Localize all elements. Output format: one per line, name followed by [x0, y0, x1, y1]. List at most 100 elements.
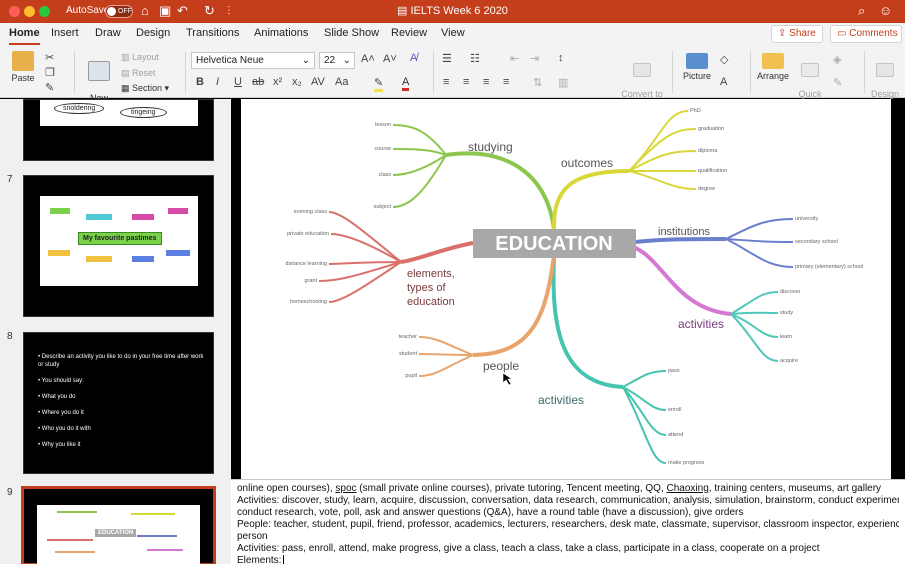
notes-line: People: teacher, student, pupil, friend,…	[237, 519, 899, 530]
bold-icon[interactable]: B	[196, 76, 204, 88]
align-center-icon[interactable]: ≡	[463, 76, 469, 88]
ribbon-divider	[672, 51, 673, 93]
new-slide-icon	[88, 61, 110, 81]
strikethrough-icon[interactable]: ab	[252, 76, 264, 88]
speaker-notes[interactable]: online open courses), spoc (small privat…	[231, 479, 905, 564]
slide-thumbnail-8[interactable]: • Describe an activity you like to do in…	[23, 332, 214, 474]
center-node[interactable]: EDUCATION	[473, 229, 636, 258]
leaf-private-education: private education	[287, 231, 329, 237]
slide-number: 7	[7, 174, 13, 185]
picture-button[interactable]: Picture	[680, 53, 714, 81]
slide-thumbnail-7[interactable]: My favourite pastimes	[23, 175, 214, 317]
increase-indent-icon[interactable]: ⇥	[530, 52, 539, 65]
leaf-attend: attend	[668, 432, 683, 438]
tab-review[interactable]: Review	[391, 27, 427, 39]
numbering-icon[interactable]: ☷	[470, 52, 480, 65]
tab-insert[interactable]: Insert	[51, 27, 79, 39]
share-button[interactable]: ⇪ Share	[771, 25, 823, 43]
shape-fill-icon[interactable]: ◈	[833, 53, 841, 66]
line-spacing-icon[interactable]: ↕	[558, 52, 564, 64]
decrease-font-icon[interactable]: A˅	[383, 53, 397, 65]
document-title: IELTS Week 6 2020	[410, 5, 508, 17]
notes-line-7: Elements:	[237, 555, 282, 564]
tab-home[interactable]: Home	[9, 27, 40, 45]
smartart-icon	[633, 63, 651, 77]
section-label: Section	[132, 83, 163, 93]
font-size-select[interactable]: 22 ⌄	[319, 52, 355, 69]
tab-draw[interactable]: Draw	[95, 27, 121, 39]
leaf-diploma: diploma	[698, 148, 718, 154]
shapes-icon[interactable]: ◇	[720, 53, 728, 66]
arrange-button[interactable]: Arrange	[756, 53, 790, 81]
columns-icon[interactable]: ▥	[558, 76, 568, 89]
shape-outline-icon[interactable]: ✎	[833, 76, 842, 89]
comment-icon: ▭	[837, 28, 850, 39]
increase-font-icon[interactable]: A˄	[361, 53, 375, 65]
reset-button[interactable]: ▤ Reset	[121, 68, 156, 79]
align-right-icon[interactable]: ≡	[483, 76, 489, 88]
bullets-icon[interactable]: ☰	[442, 52, 452, 65]
cut-icon[interactable]: ✂	[45, 51, 54, 64]
slide-canvas[interactable]: studying lesson course class subject out…	[241, 99, 891, 479]
search-icon[interactable]: ⌕	[858, 3, 865, 19]
text-box-icon[interactable]: A	[720, 76, 727, 88]
leaf-make-progress: make progress	[668, 460, 705, 466]
tab-slide-show[interactable]: Slide Show	[324, 27, 379, 39]
slide-thumbnail-9[interactable]: EDUCATION	[21, 486, 216, 564]
thumbnail-bullet: • Where you do it	[38, 410, 84, 416]
text-direction-icon[interactable]: ⇅	[533, 76, 542, 89]
paste-button[interactable]: Paste	[8, 51, 38, 83]
font-color-icon[interactable]: A	[402, 76, 410, 91]
tab-animations[interactable]: Animations	[254, 27, 308, 39]
branch-activities-right: activities discover study learn acquire	[624, 243, 801, 364]
notes-line: Activities: pass, enroll, attend, make p…	[237, 543, 820, 554]
leaf-student: student	[399, 351, 418, 357]
account-icon[interactable]: ☺	[879, 3, 892, 18]
clear-formatting-icon[interactable]: A̸	[410, 52, 417, 64]
leaf-course: course	[374, 146, 391, 152]
reset-label: Reset	[132, 68, 156, 78]
comments-button[interactable]: ▭ Comments	[830, 25, 902, 43]
copy-icon[interactable]: ❐	[45, 66, 55, 79]
highlight-icon[interactable]: ✎	[374, 76, 384, 92]
superscript-icon[interactable]: x²	[273, 76, 282, 88]
align-left-icon[interactable]: ≡	[443, 76, 449, 88]
slide-thumbnail-6[interactable]: snoldering tingeing	[23, 99, 214, 161]
subscript-icon[interactable]: x₂	[292, 76, 302, 88]
section-button[interactable]: ▦ Section ▾	[121, 83, 169, 94]
ribbon-divider	[750, 51, 751, 93]
thumbnail-branch	[131, 513, 175, 515]
branch-outcomes: outcomes PhD graduation diploma qualific…	[551, 108, 727, 230]
title-bar: AutoSave OFF ⌂ ▣ ↶ ↻ ⋮ ▤ IELTS Week 6 20…	[0, 0, 905, 23]
format-painter-icon[interactable]: ✎	[45, 81, 54, 94]
thumbnail-bullet-list: • Describe an activity you like to do in…	[38, 353, 208, 449]
decrease-indent-icon[interactable]: ⇤	[510, 52, 519, 65]
change-case-icon[interactable]: Aa	[335, 76, 348, 88]
thumbnail-bullet: • Why you like it	[38, 442, 81, 448]
tab-design[interactable]: Design	[136, 27, 170, 39]
text-caret	[283, 555, 285, 564]
justify-icon[interactable]: ≡	[503, 76, 509, 88]
leaf-graduation: graduation	[698, 126, 724, 132]
thumbnail-node	[132, 256, 154, 262]
layout-button[interactable]: ▥ Layout	[121, 52, 159, 63]
slide-editor[interactable]: studying lesson course class subject out…	[231, 99, 905, 479]
design-ideas-icon	[876, 63, 894, 77]
thumbnail-branch	[147, 549, 183, 551]
underline-icon[interactable]: U	[234, 76, 242, 88]
font-name-select[interactable]: Helvetica Neue ⌄	[191, 52, 315, 69]
leaf-primary-school: primary (elementary) school	[795, 264, 863, 270]
ribbon-divider	[864, 51, 865, 93]
slides-panel[interactable]: snoldering tingeing 7 My favourite pasti…	[0, 99, 231, 564]
leaf-university: university	[795, 216, 818, 222]
tab-transitions[interactable]: Transitions	[186, 27, 239, 39]
tab-view[interactable]: View	[441, 27, 465, 39]
share-icon: ⇪	[778, 28, 790, 39]
character-spacing-icon[interactable]: AV	[311, 76, 325, 88]
italic-icon[interactable]: I	[216, 76, 219, 88]
thumbnail-word: snoldering	[54, 103, 105, 114]
leaf-class: class	[378, 172, 391, 178]
branch-label-activities-right: activities	[678, 317, 724, 331]
leaf-homeschooling: homeschooling	[290, 299, 327, 305]
leaf-distance-learning: distance learning	[285, 261, 327, 267]
